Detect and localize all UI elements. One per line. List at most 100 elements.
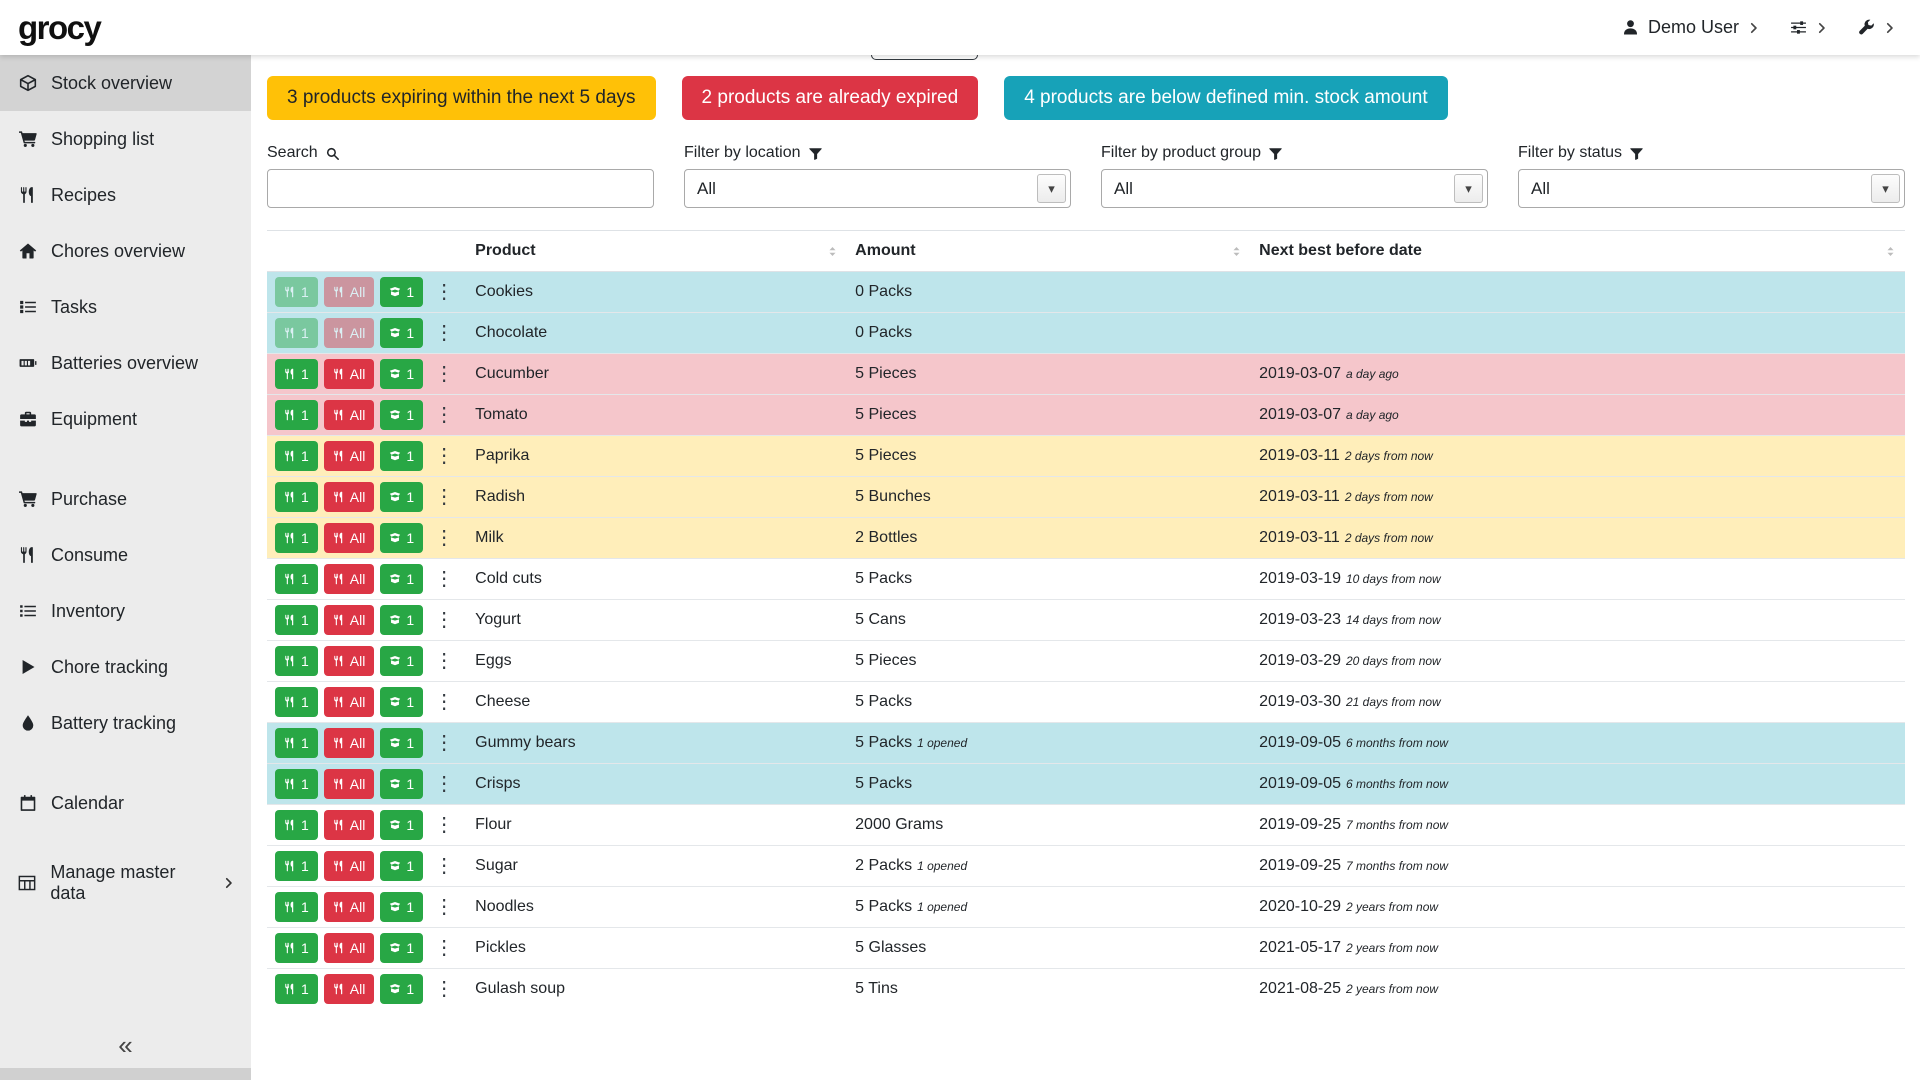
consume-one-button[interactable]: 1 (275, 892, 318, 922)
row-menu-button[interactable]: ⋮ (429, 733, 459, 753)
column-header-amount[interactable]: Amount (847, 231, 1251, 272)
consume-one-button[interactable]: 1 (275, 441, 318, 471)
consume-one-button[interactable]: 1 (275, 564, 318, 594)
row-menu-button[interactable]: ⋮ (429, 405, 459, 425)
open-one-button[interactable]: 1 (380, 605, 423, 635)
row-menu-button[interactable]: ⋮ (429, 487, 459, 507)
row-menu-button[interactable]: ⋮ (429, 569, 459, 589)
row-menu-button[interactable]: ⋮ (429, 856, 459, 876)
consume-one-button[interactable]: 1 (275, 933, 318, 963)
open-one-button[interactable]: 1 (380, 892, 423, 922)
sort-icon[interactable] (1884, 245, 1897, 258)
row-menu-button[interactable]: ⋮ (429, 364, 459, 384)
alert-below-min-stock[interactable]: 4 products are below defined min. stock … (1004, 76, 1447, 120)
sidebar-collapse-button[interactable]: « (0, 1022, 251, 1068)
row-menu-button[interactable]: ⋮ (429, 815, 459, 835)
consume-all-button[interactable]: All (324, 277, 375, 307)
consume-all-button[interactable]: All (324, 687, 375, 717)
open-one-button[interactable]: 1 (380, 810, 423, 840)
consume-one-button[interactable]: 1 (275, 687, 318, 717)
sidebar-item-chore-tracking[interactable]: Chore tracking (0, 639, 251, 695)
consume-all-button[interactable]: All (324, 892, 375, 922)
location-filter-select[interactable]: All (684, 169, 1071, 208)
open-one-button[interactable]: 1 (380, 564, 423, 594)
row-menu-button[interactable]: ⋮ (429, 446, 459, 466)
consume-all-button[interactable]: All (324, 851, 375, 881)
consume-one-button[interactable]: 1 (275, 728, 318, 758)
sort-icon[interactable] (826, 245, 839, 258)
open-one-button[interactable]: 1 (380, 400, 423, 430)
consume-all-button[interactable]: All (324, 810, 375, 840)
sidebar-item-tasks[interactable]: Tasks (0, 279, 251, 335)
consume-all-button[interactable]: All (324, 441, 375, 471)
consume-one-button[interactable]: 1 (275, 523, 318, 553)
consume-one-button[interactable]: 1 (275, 851, 318, 881)
open-one-button[interactable]: 1 (380, 728, 423, 758)
column-header-next-best-before-date[interactable]: Next best before date (1251, 231, 1905, 272)
consume-all-button[interactable]: All (324, 605, 375, 635)
consume-one-button[interactable]: 1 (275, 318, 318, 348)
consume-one-button[interactable]: 1 (275, 810, 318, 840)
consume-all-button[interactable]: All (324, 933, 375, 963)
column-header-product[interactable]: Product (467, 231, 847, 272)
consume-all-button[interactable]: All (324, 523, 375, 553)
sidebar-item-stock-overview[interactable]: Stock overview (0, 55, 251, 111)
row-menu-button[interactable]: ⋮ (429, 897, 459, 917)
search-input[interactable] (267, 169, 654, 208)
consume-one-button[interactable]: 1 (275, 605, 318, 635)
consume-all-button[interactable]: All (324, 318, 375, 348)
row-menu-button[interactable]: ⋮ (429, 323, 459, 343)
alert-expired[interactable]: 2 products are already expired (682, 76, 979, 120)
open-one-button[interactable]: 1 (380, 359, 423, 389)
row-menu-button[interactable]: ⋮ (429, 774, 459, 794)
sort-icon[interactable] (1230, 245, 1243, 258)
consume-one-button[interactable]: 1 (275, 482, 318, 512)
consume-one-button[interactable]: 1 (275, 359, 318, 389)
sidebar-item-shopping-list[interactable]: Shopping list (0, 111, 251, 167)
alert-expiring[interactable]: 3 products expiring within the next 5 da… (267, 76, 656, 120)
consume-all-button[interactable]: All (324, 646, 375, 676)
open-one-button[interactable]: 1 (380, 974, 423, 1004)
open-one-button[interactable]: 1 (380, 318, 423, 348)
consume-all-button[interactable]: All (324, 974, 375, 1004)
consume-one-button[interactable]: 1 (275, 277, 318, 307)
consume-all-button[interactable]: All (324, 400, 375, 430)
admin-menu[interactable] (1858, 19, 1896, 36)
consume-one-button[interactable]: 1 (275, 769, 318, 799)
consume-all-button[interactable]: All (324, 769, 375, 799)
open-one-button[interactable]: 1 (380, 687, 423, 717)
open-one-button[interactable]: 1 (380, 769, 423, 799)
consume-all-button[interactable]: All (324, 482, 375, 512)
row-menu-button[interactable]: ⋮ (429, 282, 459, 302)
consume-all-button[interactable]: All (324, 728, 375, 758)
open-one-button[interactable]: 1 (380, 646, 423, 676)
row-menu-button[interactable]: ⋮ (429, 610, 459, 630)
user-menu[interactable]: Demo User (1622, 17, 1760, 38)
sidebar-item-calendar[interactable]: Calendar (0, 775, 251, 831)
consume-all-button[interactable]: All (324, 564, 375, 594)
sidebar-item-equipment[interactable]: Equipment (0, 391, 251, 447)
row-menu-button[interactable]: ⋮ (429, 528, 459, 548)
status-filter-select[interactable]: All (1518, 169, 1905, 208)
consume-all-button[interactable]: All (324, 359, 375, 389)
row-menu-button[interactable]: ⋮ (429, 651, 459, 671)
sidebar-item-batteries-overview[interactable]: Batteries overview (0, 335, 251, 391)
open-one-button[interactable]: 1 (380, 523, 423, 553)
app-logo[interactable]: grocy (18, 9, 100, 47)
row-menu-button[interactable]: ⋮ (429, 938, 459, 958)
open-one-button[interactable]: 1 (380, 933, 423, 963)
row-menu-button[interactable]: ⋮ (429, 979, 459, 999)
open-one-button[interactable]: 1 (380, 482, 423, 512)
consume-one-button[interactable]: 1 (275, 646, 318, 676)
sidebar-item-consume[interactable]: Consume (0, 527, 251, 583)
sidebar-item-inventory[interactable]: Inventory (0, 583, 251, 639)
sidebar-item-battery-tracking[interactable]: Battery tracking (0, 695, 251, 751)
sidebar-item-recipes[interactable]: Recipes (0, 167, 251, 223)
open-one-button[interactable]: 1 (380, 851, 423, 881)
settings-menu[interactable] (1790, 19, 1828, 36)
row-menu-button[interactable]: ⋮ (429, 692, 459, 712)
product-group-filter-select[interactable]: All (1101, 169, 1488, 208)
consume-one-button[interactable]: 1 (275, 974, 318, 1004)
sidebar-item-manage-master-data[interactable]: Manage master data (0, 855, 251, 911)
sidebar-item-purchase[interactable]: Purchase (0, 471, 251, 527)
